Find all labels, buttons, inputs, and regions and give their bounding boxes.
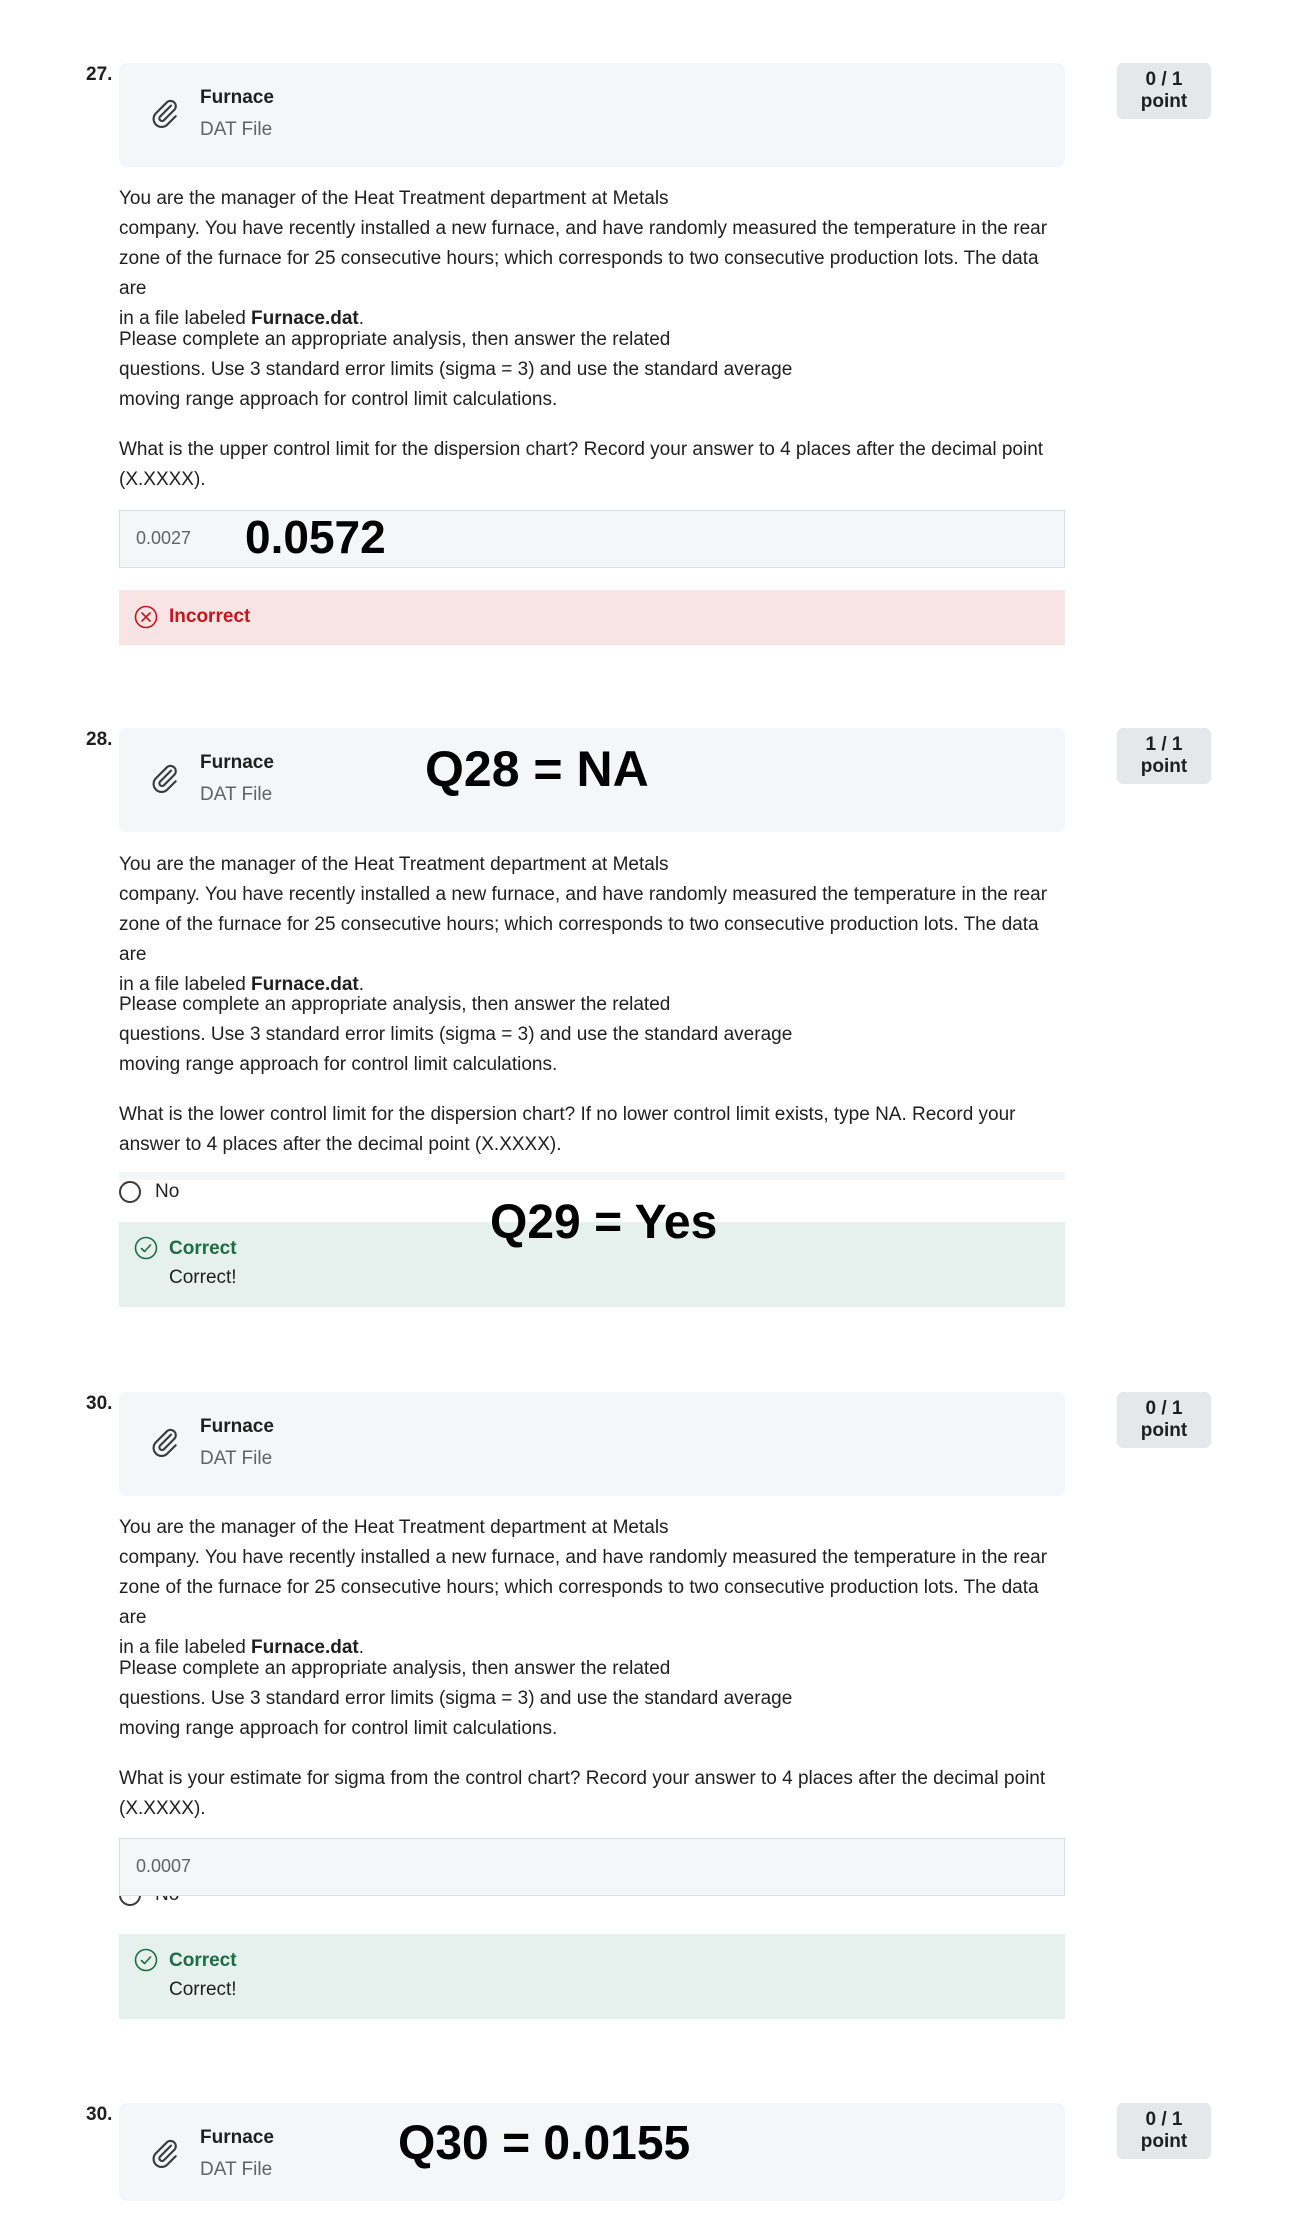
answer-field[interactable]: 0.0007 xyxy=(119,1838,1065,1896)
file-name[interactable]: Furnace xyxy=(200,752,274,774)
check-circle-icon xyxy=(134,1236,158,1260)
feedback-status: Correct xyxy=(169,1950,237,1971)
question-prompt: What is the lower control limit for the … xyxy=(119,1100,1069,1160)
instructions-line: questions. Use 3 standard error limits (… xyxy=(119,359,793,380)
radio-label: No xyxy=(155,1181,180,1202)
instructions-line: moving range approach for control limit … xyxy=(119,1054,558,1075)
file-name[interactable]: Furnace xyxy=(200,2127,274,2149)
instructions-line: Please complete an appropriate analysis,… xyxy=(119,994,671,1015)
file-type: DAT File xyxy=(200,2159,273,2180)
intro-line: You are the manager of the Heat Treatmen… xyxy=(119,854,669,875)
points-badge: 0 / 1 point xyxy=(1117,63,1211,119)
annotation-overlay: Q28 = NA xyxy=(425,741,649,797)
intro-line: company. You have recently installed a n… xyxy=(119,1547,1048,1568)
paperclip-icon xyxy=(152,2139,177,2168)
question-intro: You are the manager of the Heat Treatmen… xyxy=(119,850,1069,1000)
file-attachment[interactable]: Furnace DAT File xyxy=(119,1392,1065,1496)
intro-line: company. You have recently installed a n… xyxy=(119,218,1048,239)
feedback-incorrect: Incorrect xyxy=(119,590,1065,645)
file-type: DAT File xyxy=(200,1448,273,1469)
instructions-line: Please complete an appropriate analysis,… xyxy=(119,329,671,350)
question-instructions: Please complete an appropriate analysis,… xyxy=(119,990,1069,1080)
prompt-line: (X.XXXX). xyxy=(119,1798,206,1819)
prompt-line: What is your estimate for sigma from the… xyxy=(119,1768,1046,1789)
prompt-line: answer to 4 places after the decimal poi… xyxy=(119,1134,562,1155)
question-intro: You are the manager of the Heat Treatmen… xyxy=(119,184,1069,334)
file-name[interactable]: Furnace xyxy=(200,87,274,109)
points-badge: 0 / 1 point xyxy=(1117,2103,1211,2159)
paperclip-icon xyxy=(152,99,177,128)
check-circle-icon xyxy=(134,1948,158,1972)
feedback-status: Correct xyxy=(169,1238,237,1259)
intro-line: company. You have recently installed a n… xyxy=(119,884,1048,905)
intro-line: You are the manager of the Heat Treatmen… xyxy=(119,188,669,209)
points-badge: 0 / 1 point xyxy=(1117,1392,1211,1448)
question-instructions: Please complete an appropriate analysis,… xyxy=(119,325,1069,415)
intro-line: zone of the furnace for 25 consecutive h… xyxy=(119,1577,1039,1628)
file-attachment[interactable]: Furnace DAT File xyxy=(119,63,1065,167)
paperclip-icon xyxy=(152,764,177,793)
radio-circle[interactable] xyxy=(119,1896,141,1906)
answer-value: 0.0007 xyxy=(136,1856,192,1876)
question-number: 27. xyxy=(86,64,113,85)
feedback-message: Correct! xyxy=(169,1979,237,2000)
answer-value: 0.0027 xyxy=(136,528,192,548)
instructions-line: moving range approach for control limit … xyxy=(119,1718,558,1739)
radio-label: No xyxy=(155,1896,179,1906)
annotation-overlay: 0.0572 xyxy=(245,511,386,563)
question-prompt: What is the upper control limit for the … xyxy=(119,435,1069,495)
instructions-line: moving range approach for control limit … xyxy=(119,389,558,410)
feedback-message: Correct! xyxy=(169,1267,237,1288)
radio-circle[interactable] xyxy=(119,1181,141,1203)
instructions-line: questions. Use 3 standard error limits (… xyxy=(119,1688,793,1709)
instructions-line: Please complete an appropriate analysis,… xyxy=(119,1658,671,1679)
question-prompt: What is your estimate for sigma from the… xyxy=(119,1764,1069,1824)
file-type: DAT File xyxy=(200,119,273,140)
question-number: 30. xyxy=(86,1393,113,1414)
points-badge: 1 / 1 point xyxy=(1117,728,1211,784)
x-circle-icon xyxy=(134,605,158,629)
question-instructions: Please complete an appropriate analysis,… xyxy=(119,1654,1069,1744)
feedback-status: Incorrect xyxy=(169,606,251,627)
prompt-line: (X.XXXX). xyxy=(119,469,206,490)
intro-line: You are the manager of the Heat Treatmen… xyxy=(119,1517,669,1538)
question-intro: You are the manager of the Heat Treatmen… xyxy=(119,1513,1069,1663)
annotation-overlay: Q29 = Yes xyxy=(490,1196,718,1249)
intro-line: zone of the furnace for 25 consecutive h… xyxy=(119,248,1039,299)
file-type: DAT File xyxy=(200,784,273,805)
question-number: 28. xyxy=(86,729,113,750)
file-name[interactable]: Furnace xyxy=(200,1416,274,1438)
intro-line: zone of the furnace for 25 consecutive h… xyxy=(119,914,1039,965)
question-number: 30. xyxy=(86,2104,113,2125)
feedback-correct: Correct Correct! xyxy=(119,1934,1065,2019)
prompt-line: What is the upper control limit for the … xyxy=(119,439,1044,460)
annotation-overlay: Q30 = 0.0155 xyxy=(398,2117,691,2170)
divider xyxy=(119,1172,1065,1180)
prompt-line: What is the lower control limit for the … xyxy=(119,1104,1016,1125)
paperclip-icon xyxy=(152,1428,177,1457)
radio-option-no-clipped[interactable]: No xyxy=(119,1896,219,1912)
instructions-line: questions. Use 3 standard error limits (… xyxy=(119,1024,793,1045)
